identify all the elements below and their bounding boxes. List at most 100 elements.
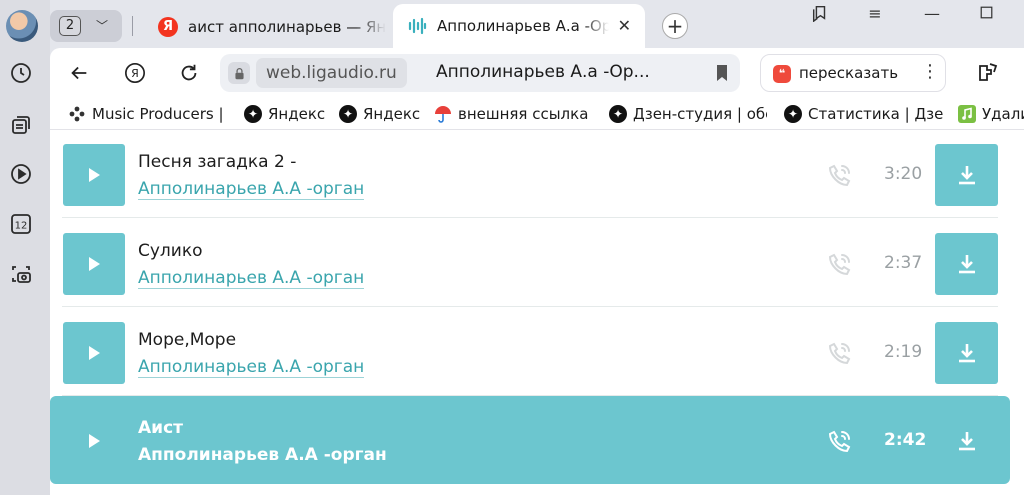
track-row: Сулико Апполинарьев А.А -орган 2:37 [62, 219, 998, 307]
avatar[interactable] [6, 10, 38, 42]
dzen-star-icon: ✦ [784, 105, 802, 123]
close-icon[interactable]: ✕ [618, 16, 631, 35]
lock-icon[interactable] [228, 62, 250, 84]
bookmark-item[interactable]: ✦ Статистика | Дзен [784, 105, 944, 123]
track-artist-link[interactable]: Апполинарьев А.А -орган [138, 179, 365, 200]
yandex-button[interactable]: Я [122, 60, 148, 86]
retell-button[interactable]: ❝ пересказать ⋮ [760, 54, 946, 92]
maximize-icon[interactable] [976, 4, 996, 24]
tab-count-badge: 2 [59, 16, 81, 36]
yandex-favicon-icon: Я [158, 17, 178, 37]
bookmark-item[interactable]: Music Producers | [68, 105, 226, 123]
tab-group-button[interactable]: 2 ﹀ [50, 10, 122, 42]
yandex-logo-icon: Я [125, 63, 145, 83]
play-icon [89, 434, 100, 448]
play-button[interactable] [63, 322, 125, 384]
download-button[interactable] [935, 322, 998, 384]
extensions-icon[interactable] [975, 60, 1001, 86]
umbrella-icon [435, 106, 451, 123]
track-row-active[interactable]: Аист Апполинарьев А.А -орган 2:42 [50, 396, 1010, 484]
ringtone-phone-icon[interactable] [827, 340, 853, 366]
track-row: Песня загадка 2 - Апполинарьев А.А -орга… [62, 130, 998, 218]
download-icon [958, 432, 975, 451]
dzen-star-icon: ✦ [244, 105, 262, 123]
bookmark-label: Яндекс [268, 105, 326, 123]
svg-text:12: 12 [15, 221, 28, 232]
ringtone-phone-icon[interactable] [827, 251, 853, 277]
bookmark-label: Music Producers | [92, 105, 224, 123]
play-button[interactable] [63, 144, 125, 206]
dzen-star-icon: ✦ [339, 105, 357, 123]
tab-ligaudio[interactable]: Апполинарьев А.а -Орган ✕ [393, 4, 645, 48]
play-icon [89, 168, 100, 182]
play-button[interactable] [63, 410, 125, 472]
collections-icon[interactable] [8, 112, 34, 138]
chevron-down-icon: ﹀ [96, 19, 109, 33]
download-icon [958, 166, 975, 185]
tab-separator [132, 16, 133, 36]
ringtone-phone-icon[interactable] [827, 162, 853, 188]
bookmark-item[interactable]: внешняя ссылка Г [434, 105, 592, 123]
address-bar[interactable]: web.ligaudio.ru Апполинарьев А.а -Ор... [220, 54, 740, 92]
retell-icon: ❝ [773, 65, 791, 83]
tab-title: Апполинарьев А.а -Орган [437, 17, 609, 35]
track-list: Песня загадка 2 - Апполинарьев А.А -орга… [50, 130, 1024, 495]
bookmarks-panel-icon[interactable] [810, 4, 830, 24]
music-note-icon [958, 105, 976, 123]
audio-wave-favicon-icon [408, 17, 427, 35]
track-artist-link[interactable]: Апполинарьев А.А -орган [138, 445, 387, 465]
bookmark-item[interactable]: ✦ Яндекс [244, 105, 326, 123]
svg-text:Я: Я [131, 67, 139, 80]
track-title: Аист [138, 418, 183, 438]
download-button[interactable] [935, 144, 998, 206]
play-icon [89, 257, 100, 271]
bookmark-item[interactable]: Удали [958, 105, 1024, 123]
bookmark-label: Статистика | Дзен [808, 105, 944, 123]
bookmark-icon[interactable] [712, 63, 732, 83]
track-duration: 2:37 [884, 253, 923, 273]
arrow-left-icon [71, 66, 87, 80]
toolbar: Я web.ligaudio.ru Апполинарьев А.а -Ор..… [50, 48, 1024, 98]
address-page-title: Апполинарьев А.а -Ор... [436, 62, 650, 82]
tab-yandex-search[interactable]: Я аист апполинарьев — Яндекс [148, 8, 388, 46]
history-icon[interactable] [8, 60, 34, 86]
tab-bar: 2 ﹀ Я аист апполинарьев — Яндекс Апполин… [50, 0, 1024, 48]
bookmark-label: Яндекс [363, 105, 421, 123]
back-button[interactable] [66, 60, 92, 86]
dots-logo-icon [69, 106, 85, 122]
reload-button[interactable] [176, 60, 202, 86]
track-artist-link[interactable]: Апполинарьев А.А -орган [138, 357, 365, 378]
new-tab-button[interactable]: + [662, 13, 688, 39]
bookmark-item[interactable]: ✦ Дзен-студия | обе [609, 105, 767, 123]
download-button[interactable] [935, 233, 998, 295]
reload-icon [181, 64, 197, 81]
dzen-star-icon: ✦ [609, 105, 627, 123]
retell-label: пересказать [799, 64, 899, 82]
bookmark-item[interactable]: ✦ Яндекс [339, 105, 421, 123]
bookmark-label: внешняя ссылка Г [458, 105, 592, 123]
minimize-icon[interactable]: — [922, 4, 942, 24]
address-domain[interactable]: web.ligaudio.ru [256, 58, 407, 88]
ringtone-phone-icon[interactable] [827, 428, 853, 454]
track-title: Сулико [138, 241, 203, 261]
more-vertical-icon[interactable]: ⋮ [921, 61, 939, 82]
play-icon [89, 346, 100, 360]
download-icon [958, 255, 975, 274]
screenshot-icon[interactable] [8, 261, 34, 287]
tab-title: аист апполинарьев — Яндекс [188, 18, 386, 36]
download-icon [958, 344, 975, 363]
track-title: Песня загадка 2 - [138, 152, 297, 172]
track-duration: 3:20 [884, 164, 923, 184]
bookmarks-bar: Music Producers | ✦ Яндекс ✦ Яндекс внеш… [50, 98, 1024, 130]
video-icon[interactable] [8, 161, 34, 187]
track-title: Море,Море [138, 330, 237, 350]
menu-icon[interactable]: ≡ [865, 4, 885, 24]
sidebar-rail: 12 [0, 0, 50, 495]
download-button[interactable] [935, 410, 998, 472]
bookmark-label: Удали [982, 105, 1024, 123]
bookmark-label: Дзен-студия | обе [633, 105, 767, 123]
play-button[interactable] [63, 233, 125, 295]
track-row: Море,Море Апполинарьев А.А -орган 2:19 [62, 308, 998, 396]
calendar-icon[interactable]: 12 [8, 211, 34, 237]
track-artist-link[interactable]: Апполинарьев А.А -орган [138, 268, 365, 289]
